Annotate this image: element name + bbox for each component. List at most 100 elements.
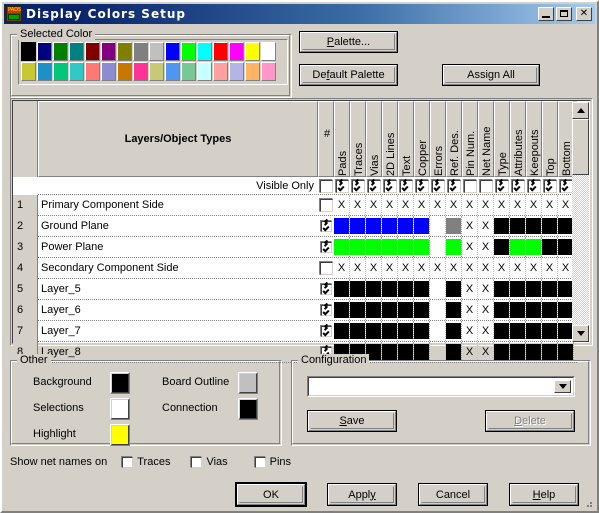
color-cell[interactable]	[494, 321, 510, 341]
color-swatch[interactable]	[213, 62, 228, 81]
column-header-copper[interactable]: Copper	[414, 101, 430, 177]
color-cell[interactable]: X	[462, 195, 478, 215]
color-cell[interactable]: X	[526, 258, 542, 278]
color-swatch[interactable]	[213, 42, 228, 61]
visible-only-checkbox-pin-num[interactable]	[462, 177, 478, 195]
color-cell[interactable]: X	[462, 216, 478, 236]
color-swatch[interactable]	[149, 42, 164, 61]
maximize-button[interactable]	[556, 7, 572, 21]
column-header-vias[interactable]: Vias	[366, 101, 382, 177]
color-cell[interactable]	[526, 300, 542, 320]
apply-button[interactable]: Apply	[327, 483, 397, 506]
color-cell[interactable]: X	[462, 279, 478, 299]
layer-enabled-checkbox[interactable]	[318, 321, 334, 341]
highlight-color-button[interactable]	[110, 424, 130, 446]
layer-enabled-checkbox[interactable]	[318, 195, 334, 215]
color-cell[interactable]: X	[494, 258, 510, 278]
color-swatch[interactable]	[21, 42, 36, 61]
color-cell[interactable]: X	[462, 237, 478, 257]
scroll-down-button[interactable]	[572, 325, 589, 342]
net-names-vias-checkbox[interactable]	[190, 456, 203, 468]
color-cell[interactable]: X	[494, 195, 510, 215]
visible-only-checkbox-2d-lines[interactable]	[382, 177, 398, 195]
visible-only-checkbox-top[interactable]	[542, 177, 558, 195]
table-row[interactable]: Power Plane X X	[38, 237, 577, 258]
color-cell[interactable]: X	[478, 258, 494, 278]
color-cell[interactable]	[382, 300, 398, 320]
net-names-traces-option[interactable]: Traces	[121, 456, 170, 468]
layer-enabled-checkbox[interactable]	[318, 216, 334, 236]
net-names-vias-option[interactable]: Vias	[190, 456, 228, 468]
color-cell[interactable]: X	[510, 258, 526, 278]
color-cell[interactable]: X	[334, 258, 350, 278]
column-header-2d-lines[interactable]: 2D Lines	[382, 101, 398, 177]
ok-button[interactable]: OK	[236, 483, 306, 506]
net-names-pins-option[interactable]: Pins	[253, 456, 291, 468]
color-cell[interactable]	[398, 237, 414, 257]
color-swatch[interactable]	[133, 62, 148, 81]
color-cell[interactable]	[430, 279, 446, 299]
color-cell[interactable]	[382, 321, 398, 341]
color-cell[interactable]: X	[382, 195, 398, 215]
color-swatch[interactable]	[101, 42, 116, 61]
column-header-[interactable]: #	[318, 101, 334, 177]
color-cell[interactable]: X	[510, 195, 526, 215]
color-swatch[interactable]	[149, 62, 164, 81]
column-header-attributes[interactable]: Attributes	[510, 101, 526, 177]
color-swatch[interactable]	[85, 42, 100, 61]
connection-color-button[interactable]	[238, 398, 258, 420]
color-cell[interactable]: X	[366, 195, 382, 215]
visible-only-checkbox-errors[interactable]	[430, 177, 446, 195]
color-cell[interactable]	[398, 321, 414, 341]
color-cell[interactable]	[446, 237, 462, 257]
help-button[interactable]: Help	[509, 483, 579, 506]
visible-only-checkbox-net-name[interactable]	[478, 177, 494, 195]
color-cell[interactable]	[414, 237, 430, 257]
background-color-button[interactable]	[110, 372, 130, 394]
color-cell[interactable]: X	[462, 300, 478, 320]
color-cell[interactable]	[382, 237, 398, 257]
color-cell[interactable]	[510, 321, 526, 341]
net-names-pins-checkbox[interactable]	[253, 456, 266, 468]
layers-grid[interactable]: Layers/Object Types # Pads Traces Vias 2D Lin…	[10, 98, 593, 363]
color-cell[interactable]	[334, 300, 350, 320]
net-names-traces-checkbox[interactable]	[121, 456, 134, 468]
color-swatch[interactable]	[197, 62, 212, 81]
palette-button[interactable]: Palette...	[299, 31, 398, 53]
color-cell[interactable]	[542, 279, 558, 299]
color-cell[interactable]	[494, 300, 510, 320]
visible-only-checkbox-vias[interactable]	[366, 177, 382, 195]
color-cell[interactable]	[398, 300, 414, 320]
color-swatch[interactable]	[229, 62, 244, 81]
color-cell[interactable]: X	[478, 216, 494, 236]
color-cell[interactable]: X	[478, 237, 494, 257]
column-header-keepouts[interactable]: Keepouts	[526, 101, 542, 177]
color-swatch[interactable]	[21, 62, 36, 81]
color-swatch[interactable]	[37, 62, 52, 81]
default-palette-button[interactable]: Default Palette	[299, 64, 398, 86]
color-cell[interactable]	[510, 279, 526, 299]
color-cell[interactable]: X	[350, 258, 366, 278]
color-cell[interactable]	[430, 216, 446, 236]
color-cell[interactable]	[414, 279, 430, 299]
color-swatch[interactable]	[245, 42, 260, 61]
visible-only-checkbox-attributes[interactable]	[510, 177, 526, 195]
color-cell[interactable]	[446, 216, 462, 236]
color-cell[interactable]	[526, 321, 542, 341]
color-swatch[interactable]	[53, 62, 68, 81]
color-swatch[interactable]	[261, 42, 276, 61]
color-palette[interactable]	[18, 39, 288, 85]
color-cell[interactable]: X	[478, 195, 494, 215]
color-swatch[interactable]	[245, 62, 260, 81]
color-swatch[interactable]	[229, 42, 244, 61]
color-swatch[interactable]	[133, 42, 148, 61]
color-cell[interactable]	[334, 279, 350, 299]
color-swatch[interactable]	[261, 62, 276, 81]
color-cell[interactable]: X	[478, 300, 494, 320]
color-swatch[interactable]	[181, 42, 196, 61]
color-swatch[interactable]	[117, 42, 132, 61]
color-cell[interactable]	[542, 300, 558, 320]
minimize-button[interactable]	[538, 7, 554, 21]
configuration-combo[interactable]	[307, 376, 575, 397]
selections-color-button[interactable]	[110, 398, 130, 420]
